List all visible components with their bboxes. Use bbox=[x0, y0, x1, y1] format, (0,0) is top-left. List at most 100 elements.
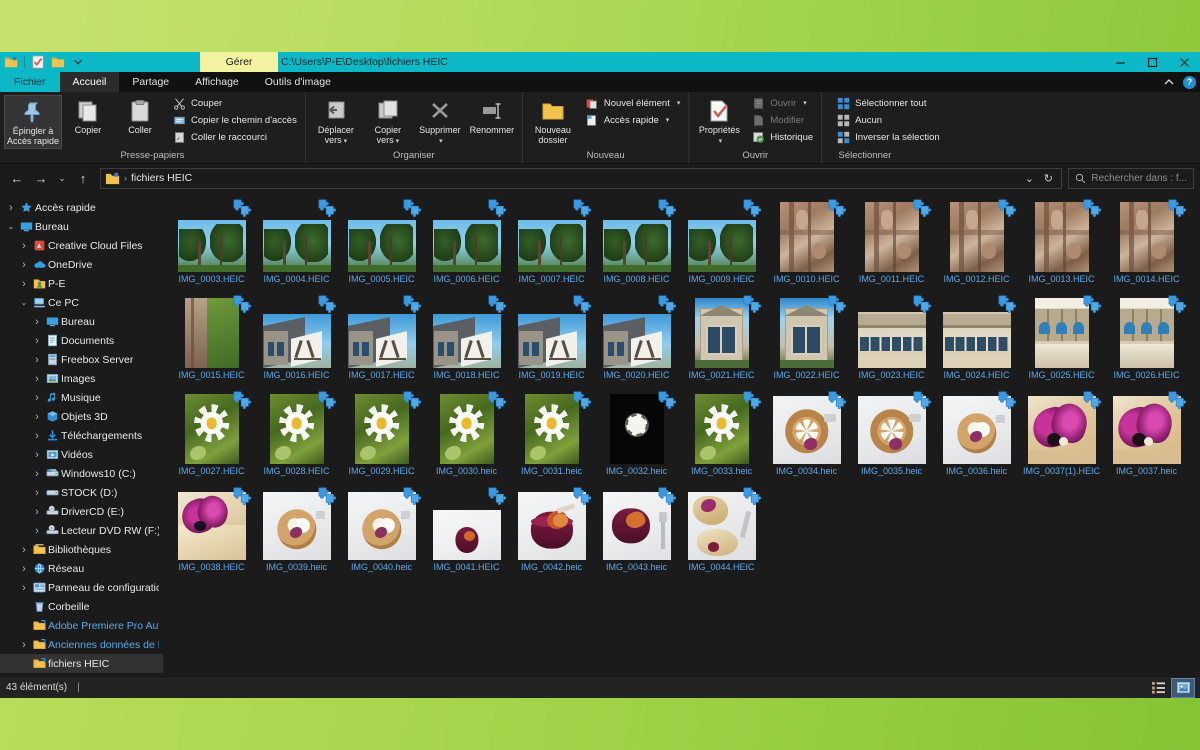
chevron-up-icon[interactable] bbox=[1163, 76, 1175, 88]
sidebar-item-bureau[interactable]: › Bureau bbox=[0, 312, 163, 331]
large-icons-view-icon[interactable] bbox=[1171, 677, 1195, 698]
chevron-down-icon[interactable] bbox=[71, 55, 85, 69]
file-tile[interactable]: IMG_0034.heic bbox=[764, 390, 849, 486]
file-tile[interactable]: IMG_0043.heic bbox=[594, 486, 679, 582]
search-box[interactable]: Rechercher dans : f... bbox=[1068, 167, 1194, 189]
chevron-right-icon[interactable]: › bbox=[17, 563, 31, 575]
sidebar-item-bureau[interactable]: ⌄ Bureau bbox=[0, 217, 163, 236]
sidebar-item-objets-3d[interactable]: › Objets 3D bbox=[0, 407, 163, 426]
file-tile[interactable]: IMG_0010.HEIC bbox=[764, 198, 849, 294]
file-thumbnail[interactable] bbox=[853, 391, 931, 464]
chevron-right-icon[interactable]: › bbox=[30, 392, 44, 404]
file-tile[interactable]: IMG_0022.HEIC bbox=[764, 294, 849, 390]
chevron-right-icon[interactable]: › bbox=[30, 506, 44, 518]
file-tile[interactable]: IMG_0042.heic bbox=[509, 486, 594, 582]
file-thumbnail[interactable] bbox=[258, 391, 336, 464]
maximize-icon[interactable] bbox=[1136, 52, 1168, 72]
file-tile[interactable]: IMG_0038.HEIC bbox=[169, 486, 254, 582]
nouveau-dossier-button[interactable]: Nouveau dossier bbox=[527, 95, 579, 147]
file-tile[interactable]: IMG_0008.HEIC bbox=[594, 198, 679, 294]
file-thumbnail[interactable] bbox=[938, 199, 1016, 272]
file-tile[interactable]: IMG_0025.HEIC bbox=[1019, 294, 1104, 390]
chevron-down-icon[interactable]: ▾ bbox=[803, 99, 807, 107]
file-thumbnail[interactable] bbox=[1108, 199, 1186, 272]
file-thumbnail[interactable] bbox=[343, 295, 421, 368]
file-thumbnail[interactable] bbox=[1108, 295, 1186, 368]
file-thumbnail[interactable] bbox=[258, 295, 336, 368]
tab-partage[interactable]: Partage bbox=[119, 72, 182, 92]
historique-button[interactable]: Historique bbox=[749, 129, 817, 145]
file-tile[interactable]: IMG_0011.HEIC bbox=[849, 198, 934, 294]
file-thumbnail[interactable] bbox=[683, 391, 761, 464]
file-tile[interactable]: IMG_0015.HEIC bbox=[169, 294, 254, 390]
back-arrow-icon[interactable]: ← bbox=[6, 167, 28, 189]
tab-accueil[interactable]: Accueil bbox=[59, 72, 120, 92]
chevron-right-icon[interactable]: › bbox=[4, 202, 18, 214]
file-thumbnail[interactable] bbox=[428, 295, 506, 368]
folder-icon[interactable] bbox=[4, 55, 18, 69]
chevron-down-icon[interactable]: ⌄ bbox=[17, 298, 31, 307]
file-thumbnail[interactable] bbox=[258, 199, 336, 272]
file-thumbnail[interactable] bbox=[683, 295, 761, 368]
tab-fichier[interactable]: Fichier bbox=[0, 72, 60, 92]
chevron-right-icon[interactable]: › bbox=[30, 373, 44, 385]
chevron-right-icon[interactable]: › bbox=[30, 316, 44, 328]
chevron-right-icon[interactable]: › bbox=[30, 335, 44, 347]
file-thumbnail[interactable] bbox=[428, 391, 506, 464]
copier-vers-button[interactable]: Copier vers ▾ bbox=[362, 95, 414, 149]
file-tile[interactable]: IMG_0032.heic bbox=[594, 390, 679, 486]
chevron-right-icon[interactable]: › bbox=[30, 354, 44, 366]
file-thumbnail[interactable] bbox=[768, 199, 846, 272]
file-tile[interactable]: IMG_0044.HEIC bbox=[679, 486, 764, 582]
coller-raccourci-button[interactable]: Coller le raccourci bbox=[170, 129, 301, 145]
file-tile[interactable]: IMG_0012.HEIC bbox=[934, 198, 1019, 294]
chevron-down-icon[interactable]: ▾ bbox=[677, 99, 681, 107]
file-thumbnail[interactable] bbox=[173, 391, 251, 464]
file-thumbnail[interactable] bbox=[173, 199, 251, 272]
sidebar-item-anciennes-donn-es-de-firefox[interactable]: › Anciennes données de Firefox bbox=[0, 635, 163, 654]
sidebar-item-p-e[interactable]: › P-E bbox=[0, 274, 163, 293]
up-arrow-icon[interactable]: ↑ bbox=[72, 167, 94, 189]
file-tile[interactable]: IMG_0016.HEIC bbox=[254, 294, 339, 390]
couper-button[interactable]: Couper bbox=[170, 95, 301, 111]
inverser-selection-button[interactable]: Inverser la sélection bbox=[834, 129, 943, 145]
file-tile[interactable]: IMG_0028.HEIC bbox=[254, 390, 339, 486]
chevron-right-icon[interactable]: › bbox=[17, 240, 31, 252]
selectionner-tout-button[interactable]: Sélectionner tout bbox=[834, 95, 943, 111]
file-tile[interactable]: IMG_0005.HEIC bbox=[339, 198, 424, 294]
sidebar-item-panneau-de-configuration[interactable]: › Panneau de configuration bbox=[0, 578, 163, 597]
sidebar-item-musique[interactable]: › Musique bbox=[0, 388, 163, 407]
chevron-right-icon[interactable]: › bbox=[17, 544, 31, 556]
contextual-tool-tab[interactable]: Gérer bbox=[200, 52, 278, 72]
file-thumbnail[interactable] bbox=[428, 487, 506, 560]
chevron-right-icon[interactable]: › bbox=[30, 411, 44, 423]
file-thumbnail[interactable] bbox=[598, 295, 676, 368]
file-tile[interactable]: IMG_0021.HEIC bbox=[679, 294, 764, 390]
file-thumbnail[interactable] bbox=[343, 487, 421, 560]
file-thumbnail[interactable] bbox=[683, 199, 761, 272]
sidebar-item-r-seau[interactable]: › Réseau bbox=[0, 559, 163, 578]
file-thumbnail[interactable] bbox=[768, 295, 846, 368]
file-tile[interactable]: IMG_0017.HEIC bbox=[339, 294, 424, 390]
forward-arrow-icon[interactable]: → bbox=[30, 167, 52, 189]
address-bar[interactable]: › fichiers HEIC ⌄ ↻ bbox=[100, 167, 1063, 189]
file-thumbnail[interactable] bbox=[513, 487, 591, 560]
sidebar-item-fichiers-heic[interactable]: fichiers HEIC bbox=[0, 654, 163, 673]
file-thumbnail[interactable] bbox=[853, 295, 931, 368]
new-folder-icon[interactable] bbox=[51, 55, 65, 69]
file-tile[interactable]: IMG_0023.HEIC bbox=[849, 294, 934, 390]
chevron-down-icon[interactable]: ⌄ bbox=[4, 222, 18, 231]
file-thumbnail[interactable] bbox=[343, 391, 421, 464]
file-thumbnail[interactable] bbox=[598, 391, 676, 464]
details-view-icon[interactable] bbox=[1147, 679, 1169, 697]
nouvel-element-button[interactable]: Nouvel élément ▾ bbox=[583, 95, 685, 111]
sidebar-item-vid-os[interactable]: › Vidéos bbox=[0, 445, 163, 464]
file-thumbnail[interactable] bbox=[938, 391, 1016, 464]
chevron-right-icon[interactable]: › bbox=[17, 278, 31, 290]
sidebar-item-biblioth-ques[interactable]: › Bibliothèques bbox=[0, 540, 163, 559]
chevron-right-icon[interactable]: › bbox=[30, 449, 44, 461]
file-tile[interactable]: IMG_0018.HEIC bbox=[424, 294, 509, 390]
file-tile[interactable]: IMG_0007.HEIC bbox=[509, 198, 594, 294]
pin-to-quick-access-button[interactable]: Épingler à Accès rapide bbox=[4, 95, 62, 149]
file-tile[interactable]: IMG_0004.HEIC bbox=[254, 198, 339, 294]
